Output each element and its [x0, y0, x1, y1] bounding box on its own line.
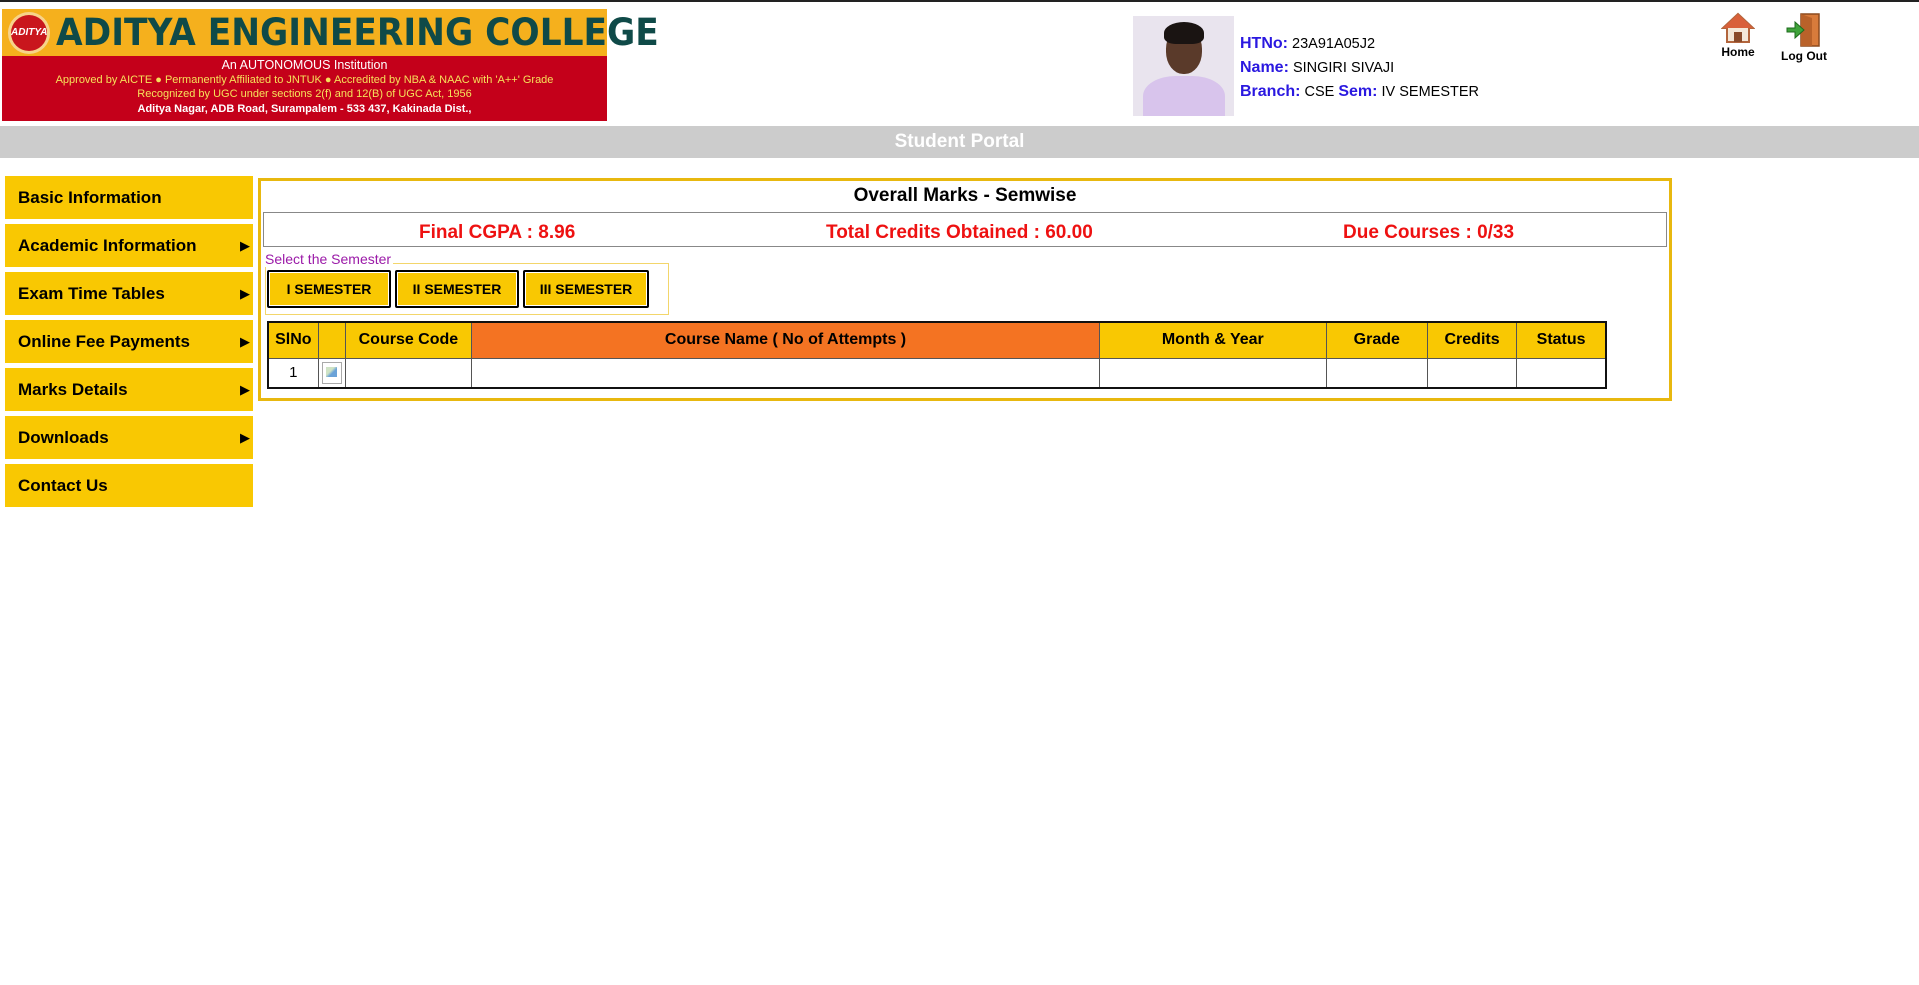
panel-title: Overall Marks - Semwise	[853, 185, 1077, 206]
cell-credits	[1426, 357, 1518, 389]
name-label: Name:	[1240, 59, 1289, 76]
cell-course-code	[344, 357, 473, 389]
marks-panel: Overall Marks - Semwise Final CGPA : 8.9…	[258, 178, 1672, 401]
submenu-arrow-icon: ▶	[240, 381, 250, 397]
student-info: HTNo: 23A91A05J2 Name: SINGIRI SIVAJI Br…	[1240, 32, 1479, 104]
sidebar-item-marks-details[interactable]: Marks Details ▶	[5, 368, 253, 414]
top-actions: Home Log Out	[1712, 12, 1830, 63]
htno-label: HTNo:	[1240, 35, 1288, 52]
branch-value: CSE	[1304, 84, 1335, 100]
sidebar-item-downloads[interactable]: Downloads ▶	[5, 416, 253, 462]
sidebar-item-label: Basic Information	[18, 187, 162, 207]
name-row: Name: SINGIRI SIVAJI	[1240, 56, 1479, 80]
logout-button[interactable]: Log Out	[1778, 12, 1830, 63]
col-month-year: Month & Year	[1098, 321, 1327, 359]
sem-value: IV SEMESTER	[1381, 84, 1480, 100]
submenu-arrow-icon: ▶	[240, 237, 250, 253]
col-course-name: Course Name ( No of Attempts )	[471, 321, 1100, 359]
sidebar-item-label: Academic Information	[18, 235, 197, 255]
sem-label: Sem:	[1338, 83, 1378, 100]
college-name: ADITYA ENGINEERING COLLEGE	[56, 11, 660, 54]
broken-image-icon	[321, 361, 342, 384]
submenu-arrow-icon: ▶	[240, 429, 250, 445]
table-header-row: SlNo Course Code Course Name ( No of Att…	[267, 321, 1607, 359]
marks-summary: Final CGPA : 8.96 Total Credits Obtained…	[263, 212, 1667, 247]
sidebar-menu: Basic Information Academic Information ▶…	[5, 176, 253, 512]
semester-button-3[interactable]: III SEMESTER	[523, 270, 649, 308]
due-courses: Due Courses : 0/33	[1343, 222, 1515, 243]
col-slno: SlNo	[267, 321, 319, 359]
submenu-arrow-icon: ▶	[240, 285, 250, 301]
college-emblem-icon: ADITYA	[8, 11, 51, 54]
sidebar-item-label: Online Fee Payments	[18, 331, 190, 351]
cell-slno: 1	[267, 357, 319, 389]
table-row: 1	[267, 357, 1607, 389]
portal-title-bar: Student Portal	[0, 126, 1919, 158]
college-banner-logo: ADITYA ADITYA ENGINEERING COLLEGE An AUT…	[2, 9, 659, 121]
cell-status	[1516, 357, 1607, 389]
col-icon	[317, 321, 346, 359]
cell-icon	[317, 357, 346, 389]
home-label: Home	[1721, 45, 1755, 59]
submenu-arrow-icon: ▶	[240, 333, 250, 349]
photo-hair	[1164, 22, 1204, 44]
student-photo	[1133, 16, 1234, 116]
sidebar-item-label: Downloads	[18, 427, 109, 447]
semester-button-1[interactable]: I SEMESTER	[267, 270, 391, 308]
banner-line-3: Recognized by UGC under sections 2(f) an…	[137, 88, 472, 100]
sidebar-item-basic-information[interactable]: Basic Information	[5, 176, 253, 222]
banner-top: ADITYA ADITYA ENGINEERING COLLEGE	[2, 9, 659, 56]
semester-button-2[interactable]: II SEMESTER	[395, 270, 519, 308]
banner-line-1: An AUTONOMOUS Institution	[221, 58, 388, 72]
home-icon	[1721, 12, 1755, 43]
col-status: Status	[1516, 321, 1607, 359]
sidebar-item-label: Contact Us	[18, 475, 108, 495]
branch-label: Branch:	[1240, 83, 1301, 100]
semester-select-legend: Select the Semester	[265, 251, 394, 267]
banner-line-4: Aditya Nagar, ADB Road, Surampalem - 533…	[137, 102, 472, 115]
sidebar-item-contact-us[interactable]: Contact Us	[5, 464, 253, 510]
logout-icon	[1786, 13, 1820, 47]
col-grade: Grade	[1325, 321, 1428, 359]
branch-row: Branch: CSE Sem: IV SEMESTER	[1240, 80, 1479, 104]
col-credits: Credits	[1426, 321, 1518, 359]
logout-label: Log Out	[1781, 49, 1827, 63]
col-course-code: Course Code	[344, 321, 473, 359]
banner-line-2: Approved by AICTE ● Permanently Affiliat…	[55, 73, 554, 86]
htno-row: HTNo: 23A91A05J2	[1240, 32, 1479, 56]
photo-shirt	[1143, 76, 1225, 116]
home-button[interactable]: Home	[1712, 12, 1764, 63]
banner-bottom: An AUTONOMOUS Institution Approved by AI…	[2, 56, 607, 121]
sidebar-item-label: Marks Details	[18, 379, 128, 399]
htno-value: 23A91A05J2	[1292, 36, 1376, 52]
emblem-text: ADITYA	[11, 27, 48, 38]
cell-month-year	[1098, 357, 1327, 389]
cell-grade	[1325, 357, 1428, 389]
cell-course-name	[471, 357, 1100, 389]
sidebar-item-label: Exam Time Tables	[18, 283, 165, 303]
sidebar-item-exam-time-tables[interactable]: Exam Time Tables ▶	[5, 272, 253, 318]
marks-table: SlNo Course Code Course Name ( No of Att…	[267, 321, 1607, 389]
final-cgpa: Final CGPA : 8.96	[419, 222, 576, 243]
sidebar-item-online-fee-payments[interactable]: Online Fee Payments ▶	[5, 320, 253, 366]
total-credits: Total Credits Obtained : 60.00	[826, 222, 1093, 243]
name-value: SINGIRI SIVAJI	[1292, 60, 1395, 76]
sidebar-item-academic-information[interactable]: Academic Information ▶	[5, 224, 253, 270]
